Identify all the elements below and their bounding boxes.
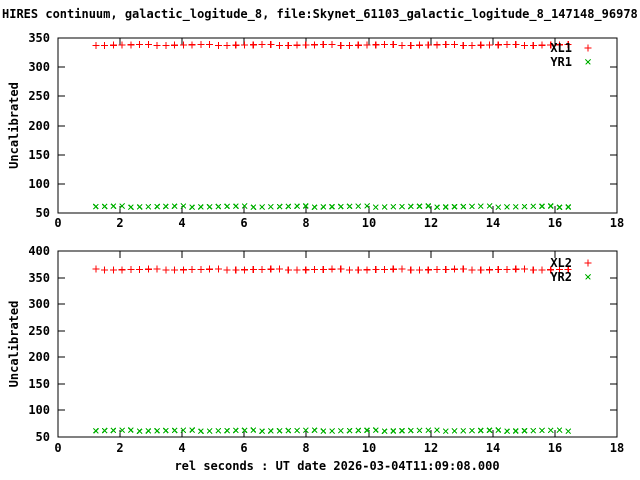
x-tick-label: 14 [486, 441, 500, 455]
y-tick-label: 100 [28, 403, 50, 417]
y-tick-label: 150 [28, 377, 50, 391]
x-tick-label: 2 [116, 216, 123, 230]
legend-marker [584, 44, 592, 52]
legend-marker [584, 259, 592, 267]
x-tick-label: 18 [610, 441, 624, 455]
y-tick-label: 250 [28, 89, 50, 103]
x-tick-label: 14 [486, 216, 500, 230]
plot-canvas: HIRES continuum, galactic_logitude_8, fi… [2, 7, 640, 473]
data-series-XL2 [92, 265, 572, 274]
data-points [92, 265, 572, 274]
x-tick-label: 6 [240, 441, 247, 455]
x-tick-label: 2 [116, 441, 123, 455]
x-tick-label: 4 [178, 441, 185, 455]
y-tick-label: 200 [28, 350, 50, 364]
x-axis-label: rel seconds : UT date 2026-03-04T11:09:0… [174, 459, 499, 473]
x-tick-label: 0 [54, 441, 61, 455]
y-tick-label: 300 [28, 60, 50, 74]
x-tick-label: 6 [240, 216, 247, 230]
data-points [92, 40, 572, 50]
legend-label: YR1 [550, 55, 572, 69]
legend-label: YR2 [550, 270, 572, 284]
y-tick-label: 400 [28, 244, 50, 258]
data-points [92, 427, 572, 435]
y-tick-label: 350 [28, 271, 50, 285]
chart-1: 0 2 4 6 8 10 12 14 16 18 50 100 150 200 250 300 350 Uncal… [7, 31, 624, 230]
y-tick-label: 50 [36, 430, 50, 444]
data-series-YR1 [92, 203, 572, 211]
y-tick-label: 200 [28, 119, 50, 133]
x-tick-label: 10 [362, 441, 376, 455]
x-tick-label: 12 [424, 441, 438, 455]
data-series-YR2 [92, 427, 572, 435]
gnuplot-window: HIRES continuum, galactic_logitude_8, fi… [0, 0, 640, 480]
y-tick-label: 250 [28, 324, 50, 338]
y-tick-label: 350 [28, 31, 50, 45]
y-tick-label: 100 [28, 177, 50, 191]
x-tick-label: 0 [54, 216, 61, 230]
chart-2: 0 2 4 6 8 10 12 14 16 18 50 100 150 200 250 300 350 400 Un… [7, 244, 624, 455]
charts-group: 0 2 4 6 8 10 12 14 16 1850100150200250300350Uncal… [7, 31, 624, 455]
legend-marker [585, 59, 591, 65]
x-tick-label: 16 [548, 216, 562, 230]
plot-border [57, 37, 618, 214]
x-tick-label: 10 [362, 216, 376, 230]
plot-border [57, 250, 618, 438]
y-tick-label: 150 [28, 148, 50, 162]
data-series-XL1 [92, 40, 572, 50]
x-tick-label: 12 [424, 216, 438, 230]
legend-label: XL1 [550, 41, 572, 55]
x-tick-label: 16 [548, 441, 562, 455]
x-tick-label: 4 [178, 216, 185, 230]
x-tick-label: 8 [302, 216, 309, 230]
x-tick-label: 8 [302, 441, 309, 455]
y-axis-label: Uncalibrated [7, 82, 21, 169]
y-tick-label: 300 [28, 297, 50, 311]
data-points [92, 203, 572, 211]
legend-marker [585, 274, 591, 280]
chart-title: HIRES continuum, galactic_logitude_8, fi… [2, 7, 640, 22]
y-tick-label: 50 [36, 206, 50, 220]
x-tick-label: 18 [610, 216, 624, 230]
y-axis-label: Uncalibrated [7, 301, 21, 388]
legend-label: XL2 [550, 256, 572, 270]
